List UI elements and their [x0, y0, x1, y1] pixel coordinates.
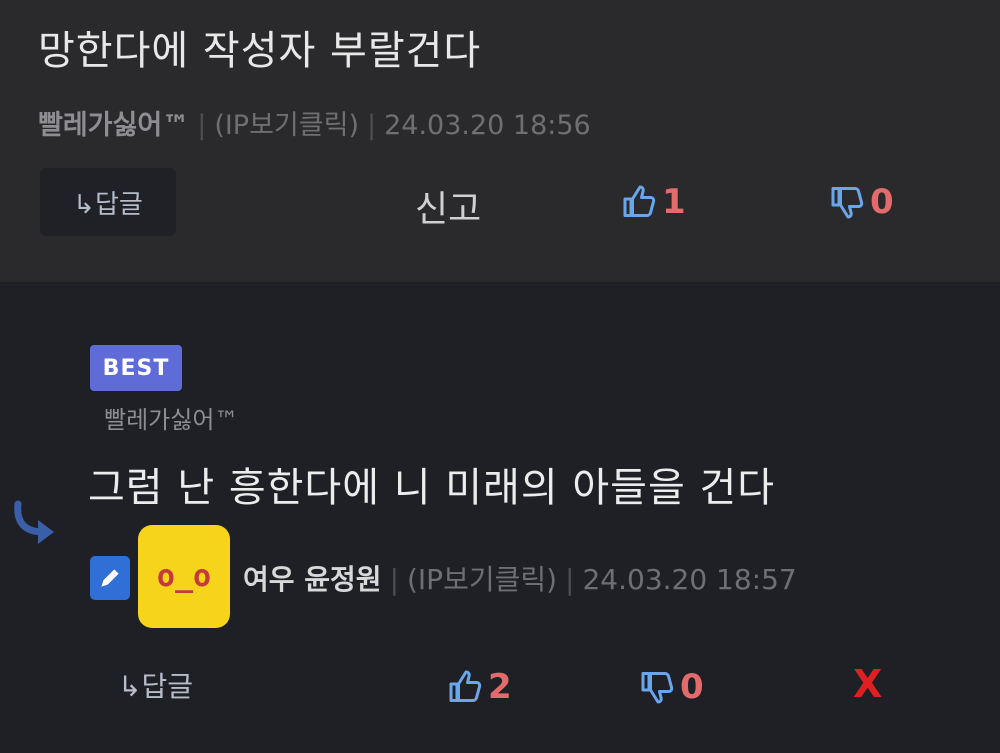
reply-arrow-icon	[10, 500, 60, 552]
divider: |	[197, 110, 207, 141]
comment-meta: 빨레가싫어™ | (IP보기클릭) | 24.03.20 18:56	[38, 103, 591, 142]
author-name[interactable]: 빨레가싫어™	[38, 110, 189, 141]
ip-link[interactable]: (IP보기클릭)	[214, 110, 359, 141]
reply-button[interactable]: ↳답글	[118, 665, 193, 705]
divider: |	[366, 110, 377, 141]
thumbs-down-icon	[641, 672, 674, 704]
dislike-button[interactable]: 0	[830, 182, 894, 222]
delete-button[interactable]: X	[853, 662, 882, 706]
reply-button[interactable]: ↳답글	[40, 168, 176, 236]
avatar[interactable]: o_o	[138, 525, 230, 628]
like-count: 1	[662, 182, 686, 222]
comment-meta: 여우 윤정원 | (IP보기클릭) | 24.03.20 18:57	[243, 558, 797, 598]
ip-link[interactable]: (IP보기클릭)	[407, 563, 557, 596]
comment-text: 망한다에 작성자 부랄건다	[38, 28, 482, 74]
writer-badge	[90, 556, 130, 600]
like-count: 2	[488, 667, 512, 707]
comment-text: 그럼 난 흥한다에 니 미래의 아들을 건다	[88, 465, 776, 511]
divider: |	[565, 563, 575, 596]
thumbs-up-icon	[623, 185, 656, 217]
thumbs-up-icon	[449, 670, 482, 702]
author-name[interactable]: 여우 윤정원	[243, 563, 382, 596]
pencil-icon	[101, 569, 119, 587]
dislike-button[interactable]: 0	[640, 667, 704, 707]
thumbs-down-icon	[831, 187, 864, 219]
timestamp: 24.03.20 18:57	[582, 563, 797, 596]
timestamp: 24.03.20 18:56	[384, 110, 591, 141]
divider: |	[389, 563, 399, 596]
dislike-count: 0	[870, 182, 894, 222]
like-button[interactable]: 1	[622, 182, 686, 222]
report-button[interactable]: 신고	[415, 180, 481, 232]
dislike-count: 0	[680, 667, 704, 707]
mention-name[interactable]: 빨레가싫어™	[104, 400, 238, 435]
best-badge: BEST	[90, 345, 182, 391]
like-button[interactable]: 2	[448, 667, 512, 707]
